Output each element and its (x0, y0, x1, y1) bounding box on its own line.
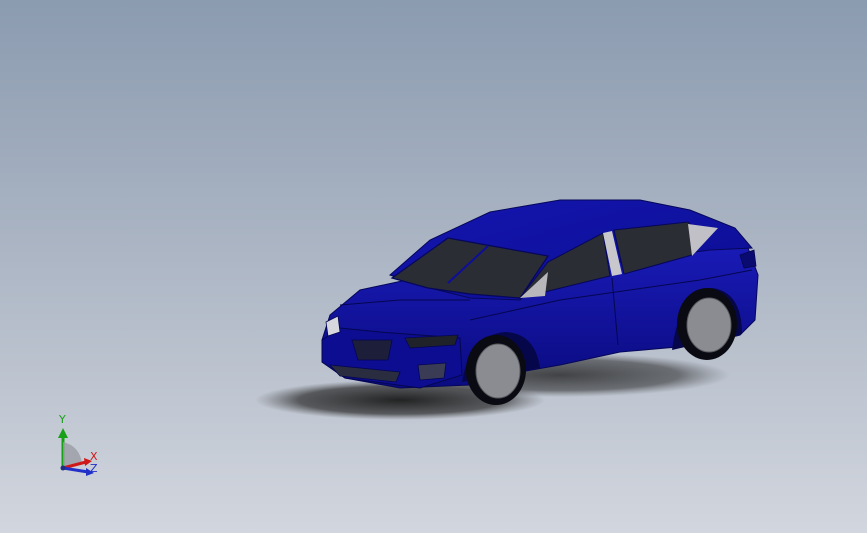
axis-label-z: Z (90, 462, 98, 475)
graphics-viewport[interactable]: Y X Z (0, 0, 867, 533)
axis-label-x: X (90, 450, 98, 463)
front-grille (351, 339, 393, 361)
coordinate-triad: Y X Z (50, 410, 110, 480)
car-model[interactable] (0, 0, 867, 533)
front-wheel-rim (475, 343, 521, 399)
rear-wheel-rim (686, 297, 732, 353)
fog-light (417, 362, 447, 381)
axis-label-y: Y (59, 413, 66, 426)
headlight-left (325, 315, 341, 337)
